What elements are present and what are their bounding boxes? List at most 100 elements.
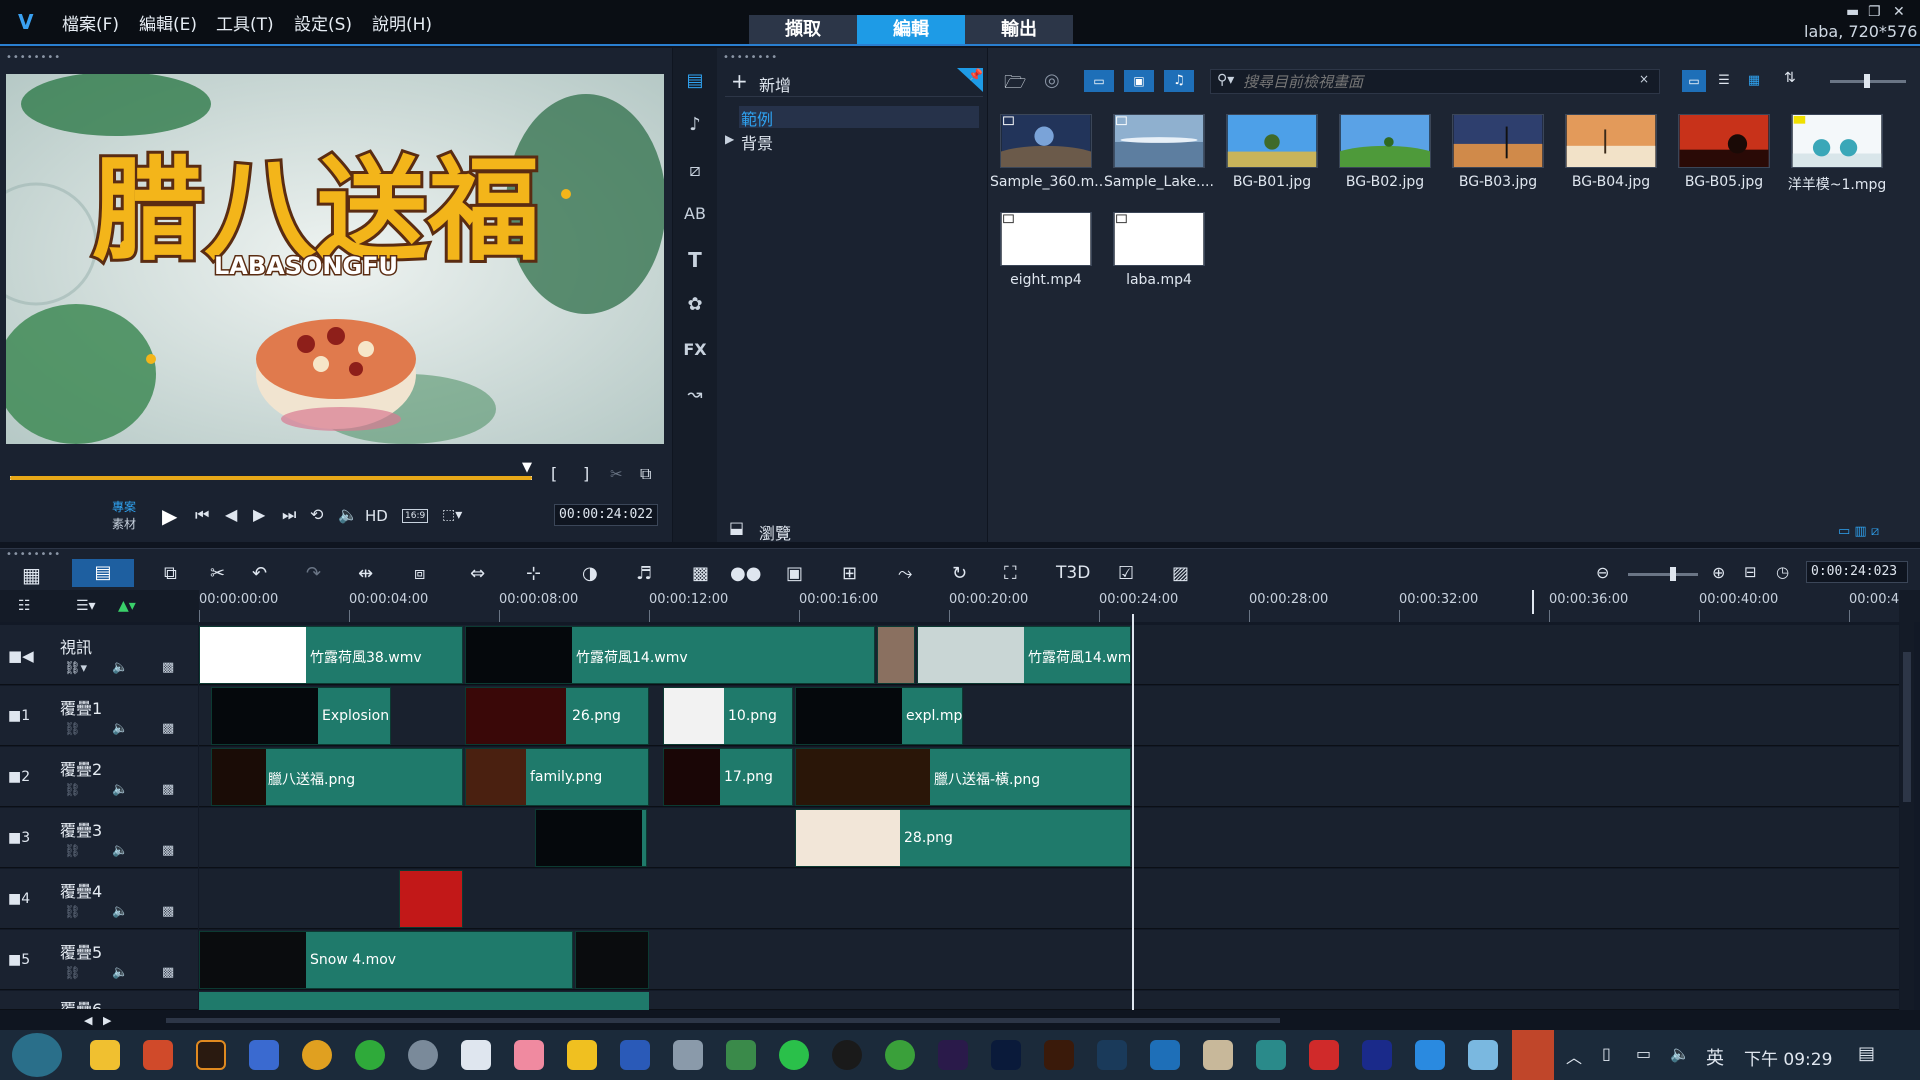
graphic-icon[interactable]: ✿ (681, 294, 709, 315)
storyboard-view-icon[interactable]: ▦ (22, 563, 41, 587)
track-lane-overlay-5[interactable]: Snow 4.mov (199, 930, 1899, 990)
pan-zoom-icon[interactable]: ⛶ (1004, 563, 1017, 584)
track-lane-overlay-6[interactable] (199, 991, 1899, 1010)
app-icon[interactable] (1097, 1040, 1127, 1070)
multi-trim-icon[interactable]: ⇔ (470, 563, 485, 584)
color-grading-icon[interactable]: ◑ (582, 563, 598, 584)
fx-filter-icon[interactable]: FX (681, 340, 709, 359)
timeline-clip[interactable]: Snow 4.mov (199, 931, 573, 989)
panel-grip-icon[interactable]: •••••••• (6, 52, 61, 63)
menu-settings[interactable]: 設定(S) (294, 10, 352, 35)
redo-icon[interactable]: ↷ (306, 563, 321, 584)
timeline-clip[interactable]: 17.png (663, 748, 793, 806)
app-icon[interactable] (726, 1040, 756, 1070)
vertical-scrollbar[interactable] (1900, 622, 1914, 1010)
repeat-icon[interactable]: ⟲ (310, 505, 323, 524)
ripple-edit-icon[interactable]: ▲▾ (118, 598, 136, 614)
link-icon[interactable]: ⛓ (64, 966, 81, 981)
timeline-clip[interactable]: 10.png (663, 687, 793, 745)
zoom-slider[interactable] (1628, 573, 1698, 576)
zoom-slider-handle[interactable] (1670, 567, 1676, 581)
timeline-clip[interactable] (575, 931, 649, 989)
chapter-cue-icon[interactable]: ☰▾ (76, 598, 96, 614)
3d-title-icon[interactable]: T3D (1056, 563, 1090, 583)
track-manager-icon[interactable]: ☷ (18, 598, 31, 614)
mute-icon[interactable]: 🔈 (112, 965, 128, 980)
media-item[interactable]: BG-B05.jpg (1678, 114, 1770, 190)
playhead[interactable] (1132, 614, 1134, 1010)
title-text-icon[interactable]: T (681, 248, 709, 272)
link-icon[interactable]: ⛓ (64, 844, 81, 859)
restore-icon[interactable]: ❐ (1868, 4, 1881, 20)
tools-icon[interactable]: ✂ (210, 563, 225, 584)
motion-tracking-icon[interactable]: ⤳ (898, 563, 912, 584)
app-icon[interactable] (1203, 1040, 1233, 1070)
clock[interactable]: 下午 09:29 (1744, 1045, 1832, 1070)
preview-timecode[interactable]: 00:00:24:022 (554, 504, 658, 526)
ripple-toggle-icon[interactable]: ▩ (162, 660, 174, 675)
thumbnail-view-icon[interactable]: ▭ (1682, 70, 1706, 92)
tree-expand-icon[interactable]: ▶ (725, 132, 734, 146)
instant-project-icon[interactable]: ♪ (681, 114, 709, 135)
mute-icon[interactable]: 🔈 (112, 782, 128, 797)
app-icon[interactable] (196, 1040, 226, 1070)
time-remap-icon[interactable]: ↻ (952, 563, 967, 584)
clear-search-icon[interactable]: × (1639, 72, 1649, 86)
timeline-ruler[interactable]: 00:00:00:00 00:00:04:00 00:00:08:00 00:00:1… (199, 590, 1899, 622)
app-icon[interactable] (885, 1040, 915, 1070)
timeline-clip[interactable]: Explosion.n (211, 687, 391, 745)
app-icon[interactable] (1468, 1040, 1498, 1070)
app-icon[interactable] (408, 1040, 438, 1070)
media-item[interactable]: BG-B04.jpg (1565, 114, 1657, 190)
preview-viewport[interactable]: 腊八送福 LABASONGFU (6, 74, 664, 444)
fit-window-icon[interactable]: ⊟ (1744, 563, 1757, 581)
list-view-icon[interactable]: ☰ (1712, 70, 1736, 92)
ripple-toggle-icon[interactable]: ▩ (162, 721, 174, 736)
file-explorer-icon[interactable] (90, 1040, 120, 1070)
mark-out-button[interactable]: ] (583, 464, 589, 483)
multi-camera-icon[interactable]: ▩ (692, 563, 709, 584)
search-box[interactable]: ⚲▾ × (1210, 69, 1660, 94)
app-icon[interactable] (673, 1040, 703, 1070)
capture-disc-icon[interactable]: ◎ (1044, 70, 1060, 91)
transition-icon[interactable]: ⧄ (681, 160, 709, 181)
subtitle-editor-icon[interactable]: ▣ (786, 563, 803, 584)
aspect-ratio-button[interactable]: 16:9 (402, 509, 429, 523)
videostudio-icon[interactable] (1150, 1040, 1180, 1070)
show-audio-icon[interactable]: ♫ (1164, 70, 1194, 92)
app-icon[interactable] (143, 1040, 173, 1070)
timeline-clip[interactable] (877, 626, 915, 684)
hd-preview-button[interactable]: HD (365, 507, 388, 525)
timeline-clip[interactable] (535, 809, 647, 867)
library-options-icon[interactable]: ▭ ▥ ⧄ (1838, 524, 1879, 539)
tab-share[interactable]: 輸出 (965, 15, 1073, 44)
timeline-clip[interactable]: 臘八送福-橫.png (795, 748, 1131, 806)
previous-frame-icon[interactable]: ◀ (225, 505, 237, 524)
add-track-manager-icon[interactable]: ⧉ (164, 563, 177, 584)
menu-file[interactable]: 檔案(F) (62, 10, 119, 35)
show-videos-icon[interactable]: ▭ (1084, 70, 1114, 92)
mute-icon[interactable]: 🔈 (112, 660, 128, 675)
media-item[interactable]: BG-B02.jpg (1339, 114, 1431, 190)
extend-display-icon[interactable]: ⧉ (640, 464, 651, 484)
media-item[interactable]: 洋羊模~1.mpg (1788, 114, 1886, 193)
word-icon[interactable] (620, 1040, 650, 1070)
start-button[interactable] (12, 1033, 62, 1077)
split-screen-icon[interactable]: ⊞ (842, 563, 857, 584)
tree-item-backgrounds[interactable]: 背景 (741, 130, 773, 154)
path-motion-icon[interactable]: ↝ (681, 384, 709, 405)
track-lane-video[interactable]: 竹露荷風38.wmv 竹露荷風14.wmv 竹露荷風14.wmv (199, 625, 1899, 685)
app-icon[interactable] (461, 1040, 491, 1070)
next-frame-icon[interactable]: ▶ (253, 505, 265, 524)
smart-package-icon[interactable]: ☑ (1118, 563, 1134, 584)
menu-help[interactable]: 說明(H) (372, 10, 432, 35)
resize-clip-icon[interactable]: ⊹ (526, 563, 541, 584)
mode-clip-label[interactable]: 素材 (112, 515, 136, 532)
track-lane-overlay-1[interactable]: Explosion.n 26.png 10.png expl.mp4 (199, 686, 1899, 746)
app-icon[interactable] (249, 1040, 279, 1070)
ripple-toggle-icon[interactable]: ▩ (162, 843, 174, 858)
notification-icon[interactable]: ▤ (1858, 1043, 1875, 1064)
app-icon[interactable] (1512, 1030, 1554, 1080)
mask-creator-icon[interactable]: ●● (730, 563, 761, 584)
add-folder-icon[interactable]: + (731, 69, 748, 93)
